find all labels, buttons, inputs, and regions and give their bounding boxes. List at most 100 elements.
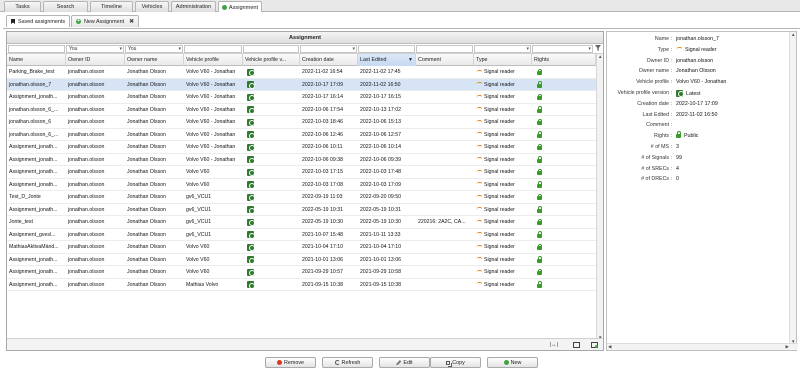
table-row[interactable]: Parking_Brake_test jonathan.olsson Jonatha…	[7, 66, 603, 79]
table-row[interactable]: Test_D_Jonte jonathan.olsson Jonathan Olss…	[7, 191, 603, 204]
edit-button[interactable]: Edit	[379, 357, 430, 368]
scroll-right-icon[interactable]: ▶	[786, 344, 789, 350]
profile-version-icon	[247, 193, 255, 201]
scroll-left-icon[interactable]: ◀	[608, 344, 611, 350]
filter-icon[interactable]	[595, 45, 601, 51]
remove-button[interactable]: Remove	[265, 357, 316, 368]
col-header-last-edited[interactable]: Last Edited ▼	[358, 54, 416, 66]
col-header-owner-name[interactable]: Owner name	[125, 54, 184, 66]
details-hscrollbar[interactable]: ◀ ▶	[607, 343, 798, 350]
profile-version-icon	[247, 143, 255, 151]
cell-profile-version	[243, 104, 300, 117]
cell-comment: 220216: 2A2C, CA...	[418, 219, 466, 225]
profile-version-icon	[247, 206, 255, 214]
cell-owner-name: Jonathan Olsson	[127, 219, 166, 225]
cell-rights	[532, 204, 592, 217]
filter-type[interactable]: ▾	[474, 45, 531, 53]
table-row[interactable]: jonathan.olsson_6_... jonathan.olsson Jona…	[7, 129, 603, 141]
col-header-owner-id[interactable]: Owner ID	[66, 54, 125, 66]
cell-creation-date: 2022-11-02 16:54	[302, 69, 343, 75]
tab-saved-assignments[interactable]: Saved assignments	[6, 15, 71, 27]
cell-rights	[532, 91, 592, 104]
cell-creation-date: 2021-10-07 15:48	[302, 231, 343, 238]
cell-comment	[416, 254, 474, 267]
grid-header: Name Owner ID Owner name Vehicle profile…	[7, 54, 603, 66]
tab-label: Timeline	[101, 4, 122, 10]
grid-scrollbar[interactable]: ▲ ▼	[596, 54, 603, 340]
table-row[interactable]: Assignment_jonath... jonathan.olsson Jonat…	[7, 254, 603, 267]
table-row[interactable]: MathiasAktivaMänd... jonathan.olsson Jonat…	[7, 241, 603, 254]
cell-owner-id: jonathan.olsson	[68, 269, 105, 275]
cell-type: Signal reader	[474, 179, 532, 192]
add-icon	[503, 360, 509, 365]
col-header-vehicle-profile[interactable]: Vehicle profile	[184, 54, 243, 66]
signal-reader-icon	[476, 144, 482, 149]
tab-timeline[interactable]: Timeline	[90, 1, 133, 12]
cell-type: Signal reader	[474, 279, 532, 292]
table-row[interactable]: Assignment_jonath... jonathan.olsson Jonat…	[7, 166, 603, 179]
cell-name: Assignment_jonath...	[9, 181, 58, 188]
detail-value: Signal reader	[676, 45, 717, 55]
col-header-type[interactable]: Type	[474, 54, 532, 66]
col-header-comment[interactable]: Comment	[416, 54, 474, 66]
tab-vehicles[interactable]: Vehicles	[135, 1, 169, 12]
cell-profile-version	[243, 266, 300, 279]
table-row[interactable]: Assignment_jonath... jonathan.olsson Jonat…	[7, 141, 603, 154]
tab-administration[interactable]: Administration	[171, 1, 216, 12]
filter-comment[interactable]	[416, 45, 473, 53]
copy-button[interactable]: Copy	[430, 357, 481, 368]
cell-rights	[532, 229, 592, 242]
new-button[interactable]: New	[487, 357, 538, 368]
cell-type: Signal reader	[474, 229, 532, 242]
layout-icon[interactable]	[573, 342, 580, 348]
table-row[interactable]: Assignment_jonath... jonathan.olsson Jonat…	[7, 204, 603, 217]
cell-last-edited: 2021-10-04 17:10	[360, 244, 401, 250]
table-row[interactable]: jonathan.olsson_6 jonathan.olsson Jonathan…	[7, 116, 603, 129]
filter-profile-version[interactable]	[243, 45, 299, 53]
filter-last-edited[interactable]	[358, 45, 415, 53]
filter-creation-date[interactable]: ▾	[300, 45, 357, 53]
table-row[interactable]: Assignment_jonath... jonathan.olsson Jonat…	[7, 179, 603, 192]
cell-name: jonathan.olsson_7	[9, 81, 52, 88]
grid-footer: |↔|	[7, 338, 603, 350]
detail-value: Volvo V60 - Jonathan	[676, 77, 726, 87]
tab-new-assignment[interactable]: New Assignment ✖	[71, 15, 140, 27]
close-icon[interactable]: ✖	[129, 18, 134, 25]
filter-name[interactable]	[8, 45, 65, 53]
detail-row: # of Signals : 99	[607, 153, 787, 163]
cell-comment	[416, 154, 474, 167]
filter-owner-name[interactable]: You ▾	[125, 45, 183, 53]
detail-value: Jonathan Olsson	[676, 66, 716, 76]
signal-reader-icon	[476, 169, 482, 174]
table-row[interactable]: Assignment_jonath... jonathan.olsson Jonat…	[7, 154, 603, 167]
export-icon[interactable]	[591, 342, 598, 348]
table-row[interactable]: Jonte_test jonathan.olsson Jonathan Olsson…	[7, 216, 603, 229]
cell-vehicle-profile: Volvo V60 - Jonathan	[186, 119, 236, 125]
tab-search[interactable]: Search	[43, 1, 88, 12]
scroll-up-icon[interactable]: ▲	[791, 32, 795, 37]
detail-value-text: Jonathan Olsson	[676, 68, 716, 75]
tab-tasks[interactable]: Tasks	[4, 1, 41, 12]
fit-columns-icon[interactable]: |↔|	[549, 341, 559, 349]
detail-row: Owner name : Jonathan Olsson	[607, 66, 787, 76]
table-row[interactable]: Assignment_jonath... jonathan.olsson Jonat…	[7, 91, 603, 104]
scroll-up-icon[interactable]: ▲	[598, 54, 602, 59]
table-row[interactable]: jonathan.olsson_7 jonathan.olsson Jonathan…	[7, 78, 603, 91]
col-header-creation-date[interactable]: Creation date	[300, 54, 358, 66]
col-header-name[interactable]: Name	[7, 54, 66, 66]
filter-owner-id[interactable]: You ▾	[66, 45, 124, 53]
table-row[interactable]: Assignment_jonath... jonathan.olsson Jonat…	[7, 266, 603, 279]
detail-value: 0	[676, 174, 679, 184]
table-row[interactable]: Assignment_jonath... jonathan.olsson Jonat…	[7, 279, 603, 292]
col-header-profile-version[interactable]: Vehicle profile v...	[243, 54, 300, 66]
table-row[interactable]: jonathan.olsson_6_... jonathan.olsson Jona…	[7, 104, 603, 117]
cell-owner-name: Jonathan Olsson	[127, 144, 166, 150]
col-header-rights[interactable]: Rights	[532, 54, 596, 66]
refresh-button[interactable]: Refresh	[322, 357, 373, 368]
filter-vehicle-profile[interactable]	[184, 45, 242, 53]
details-scrollbar[interactable]: ▲ ▼	[789, 32, 796, 344]
filter-rights[interactable]: ▾	[532, 45, 593, 53]
table-row[interactable]: Assignment_gvesl... jonathan.olsson Jonath…	[7, 229, 603, 242]
cell-type: Signal reader	[474, 104, 532, 117]
cell-owner-id: jonathan.olsson	[68, 194, 105, 200]
